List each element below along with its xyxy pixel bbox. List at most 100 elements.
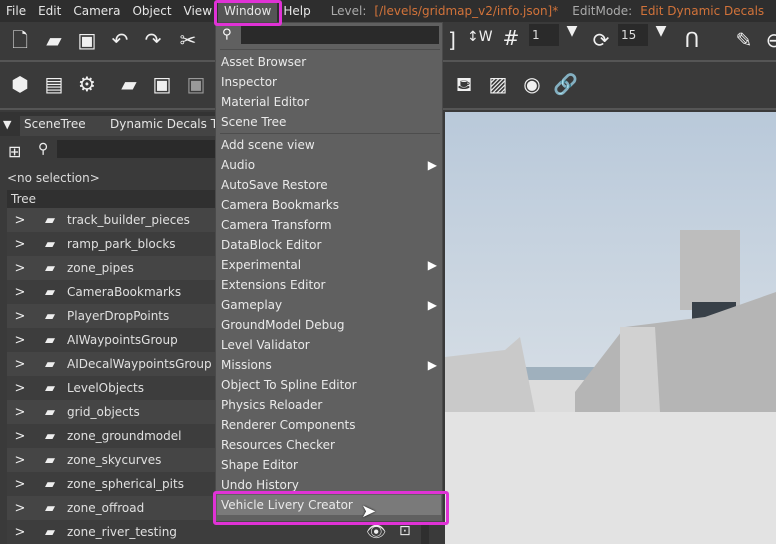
undo-icon[interactable]: ↶ xyxy=(108,30,132,50)
menu-item[interactable]: Object To Spline Editor xyxy=(221,375,439,395)
snap-value-field[interactable]: 1 xyxy=(529,24,559,46)
menu-item[interactable]: Shape Editor xyxy=(221,455,439,475)
submenu-arrow-icon: ▶ xyxy=(427,258,437,272)
remove-icon[interactable]: ⊖ xyxy=(762,30,776,50)
world-axis-icon[interactable]: ↕W xyxy=(467,30,493,44)
hatch-icon[interactable]: ▨ xyxy=(486,74,510,94)
chevron-right-icon[interactable]: > xyxy=(7,477,33,492)
chevron-right-icon[interactable]: > xyxy=(7,261,33,276)
paint-bucket-icon[interactable]: ⛾ xyxy=(452,74,476,94)
folder-icon: ▰ xyxy=(45,212,55,228)
menu-camera[interactable]: Camera xyxy=(67,0,126,22)
menu-search-input[interactable] xyxy=(241,26,439,44)
open-folder-icon[interactable]: ▰ xyxy=(42,30,66,50)
tree-row-label: PlayerDropPoints xyxy=(67,309,170,323)
menu-item-label: GroundModel Debug xyxy=(221,318,345,332)
rotate-snap-icon[interactable]: ⟳ xyxy=(589,30,613,50)
pencil-icon[interactable]: ✎ xyxy=(732,30,756,50)
grid-snap-icon[interactable]: # xyxy=(499,28,523,48)
menu-item[interactable]: Material Editor xyxy=(221,92,439,112)
menu-item[interactable]: Level Validator xyxy=(221,335,439,355)
menu-item[interactable]: Renderer Components xyxy=(221,415,439,435)
menu-item-label: Missions xyxy=(221,358,272,372)
tree-row-label: ramp_park_blocks xyxy=(67,237,176,251)
chevron-right-icon[interactable]: > xyxy=(7,525,33,540)
save-as-icon[interactable]: ▣ xyxy=(184,74,208,94)
menu-item[interactable]: Physics Reloader xyxy=(221,395,439,415)
tab-dynamic-decals[interactable]: Dynamic Decals Tool xyxy=(106,116,216,136)
new-file-icon[interactable]: 🗋 xyxy=(8,30,32,50)
highlight-window-menu xyxy=(214,0,282,26)
chevron-right-icon[interactable]: > xyxy=(7,309,33,324)
log-icon[interactable]: ▤ xyxy=(42,74,66,94)
menu-item[interactable]: Audio ▶ xyxy=(221,155,439,175)
tree-row-label: grid_objects xyxy=(67,405,140,419)
bounds-icon[interactable]: ] xyxy=(440,30,464,50)
gear-icon[interactable]: ⚙ xyxy=(75,74,99,94)
menu-item[interactable]: Experimental ▶ xyxy=(221,255,439,275)
redo-icon[interactable]: ↷ xyxy=(141,30,165,50)
chevron-right-icon[interactable]: > xyxy=(7,237,33,252)
panel-menu-icon[interactable]: ▼ xyxy=(3,118,11,131)
menu-item[interactable]: Camera Transform xyxy=(221,215,439,235)
menu-item[interactable]: Missions ▶ xyxy=(221,355,439,375)
add-group-icon[interactable]: ⊞ xyxy=(8,142,21,161)
chevron-right-icon[interactable]: > xyxy=(7,453,33,468)
menu-item[interactable]: Extensions Editor xyxy=(221,275,439,295)
chevron-right-icon[interactable]: > xyxy=(7,213,33,228)
open-folder-icon[interactable]: ▰ xyxy=(117,74,141,94)
menu-item[interactable]: Asset Browser xyxy=(221,52,439,72)
menu-object[interactable]: Object xyxy=(126,0,177,22)
chevron-down-icon[interactable]: ▼ xyxy=(649,24,673,38)
tree-search-input[interactable] xyxy=(57,140,217,158)
chevron-right-icon[interactable]: > xyxy=(7,357,33,372)
menu-item-label: Undo History xyxy=(221,478,299,492)
magnet-icon[interactable]: Ո xyxy=(680,30,704,50)
folder-icon: ▰ xyxy=(45,284,55,300)
menu-item[interactable]: Camera Bookmarks xyxy=(221,195,439,215)
tab-scenetree[interactable]: SceneTree xyxy=(20,116,108,136)
scene-render xyxy=(445,230,776,544)
menu-item[interactable]: Add scene view xyxy=(221,135,439,155)
folder-icon: ▰ xyxy=(45,500,55,516)
menu-item-label: Physics Reloader xyxy=(221,398,323,412)
mouse-cursor-icon: ➤ xyxy=(361,501,377,522)
tree-row-label: AIWaypointsGroup xyxy=(67,333,178,347)
chevron-down-icon[interactable]: ▼ xyxy=(560,24,584,38)
cut-icon[interactable]: ✂ xyxy=(176,30,200,50)
menu-item[interactable]: Gameplay ▶ xyxy=(221,295,439,315)
decal-icon[interactable]: ◉ xyxy=(520,74,544,94)
rotate-value-field[interactable]: 15 xyxy=(618,24,648,46)
chevron-right-icon[interactable]: > xyxy=(7,381,33,396)
menu-item[interactable]: Inspector xyxy=(221,72,439,92)
folder-icon: ▰ xyxy=(45,404,55,420)
menu-item[interactable]: AutoSave Restore xyxy=(221,175,439,195)
chevron-right-icon[interactable]: > xyxy=(7,501,33,516)
menu-item[interactable]: GroundModel Debug xyxy=(221,315,439,335)
save-icon[interactable]: ▣ xyxy=(75,30,99,50)
menu-file[interactable]: File xyxy=(0,0,32,22)
tree-row-label: zone_river_testing xyxy=(67,525,177,539)
menu-item-label: Renderer Components xyxy=(221,418,356,432)
menu-item-label: Audio xyxy=(221,158,256,172)
tree-row-label: zone_pipes xyxy=(67,261,134,275)
save-icon[interactable]: ▣ xyxy=(150,74,174,94)
menu-item-label: Extensions Editor xyxy=(221,278,326,292)
menu-item[interactable]: Resources Checker xyxy=(221,435,439,455)
menu-view[interactable]: View xyxy=(178,0,218,22)
lock-icon[interactable]: ⊡ xyxy=(399,523,411,539)
highlight-vehicle-livery-creator xyxy=(213,491,449,525)
link-icon[interactable]: 🔗 xyxy=(553,74,578,94)
chevron-right-icon[interactable]: > xyxy=(7,333,33,348)
3d-viewport[interactable] xyxy=(445,112,776,544)
chevron-right-icon[interactable]: > xyxy=(7,405,33,420)
chevron-right-icon[interactable]: > xyxy=(7,429,33,444)
menu-item[interactable]: DataBlock Editor xyxy=(221,235,439,255)
menu-help[interactable]: Help xyxy=(277,0,316,22)
folder-icon: ▰ xyxy=(45,260,55,276)
menu-item[interactable]: Scene Tree xyxy=(221,112,439,132)
chevron-right-icon[interactable]: > xyxy=(7,285,33,300)
menu-edit[interactable]: Edit xyxy=(32,0,67,22)
alert-icon[interactable]: ⬢ xyxy=(8,74,32,94)
folder-icon: ▰ xyxy=(45,380,55,396)
